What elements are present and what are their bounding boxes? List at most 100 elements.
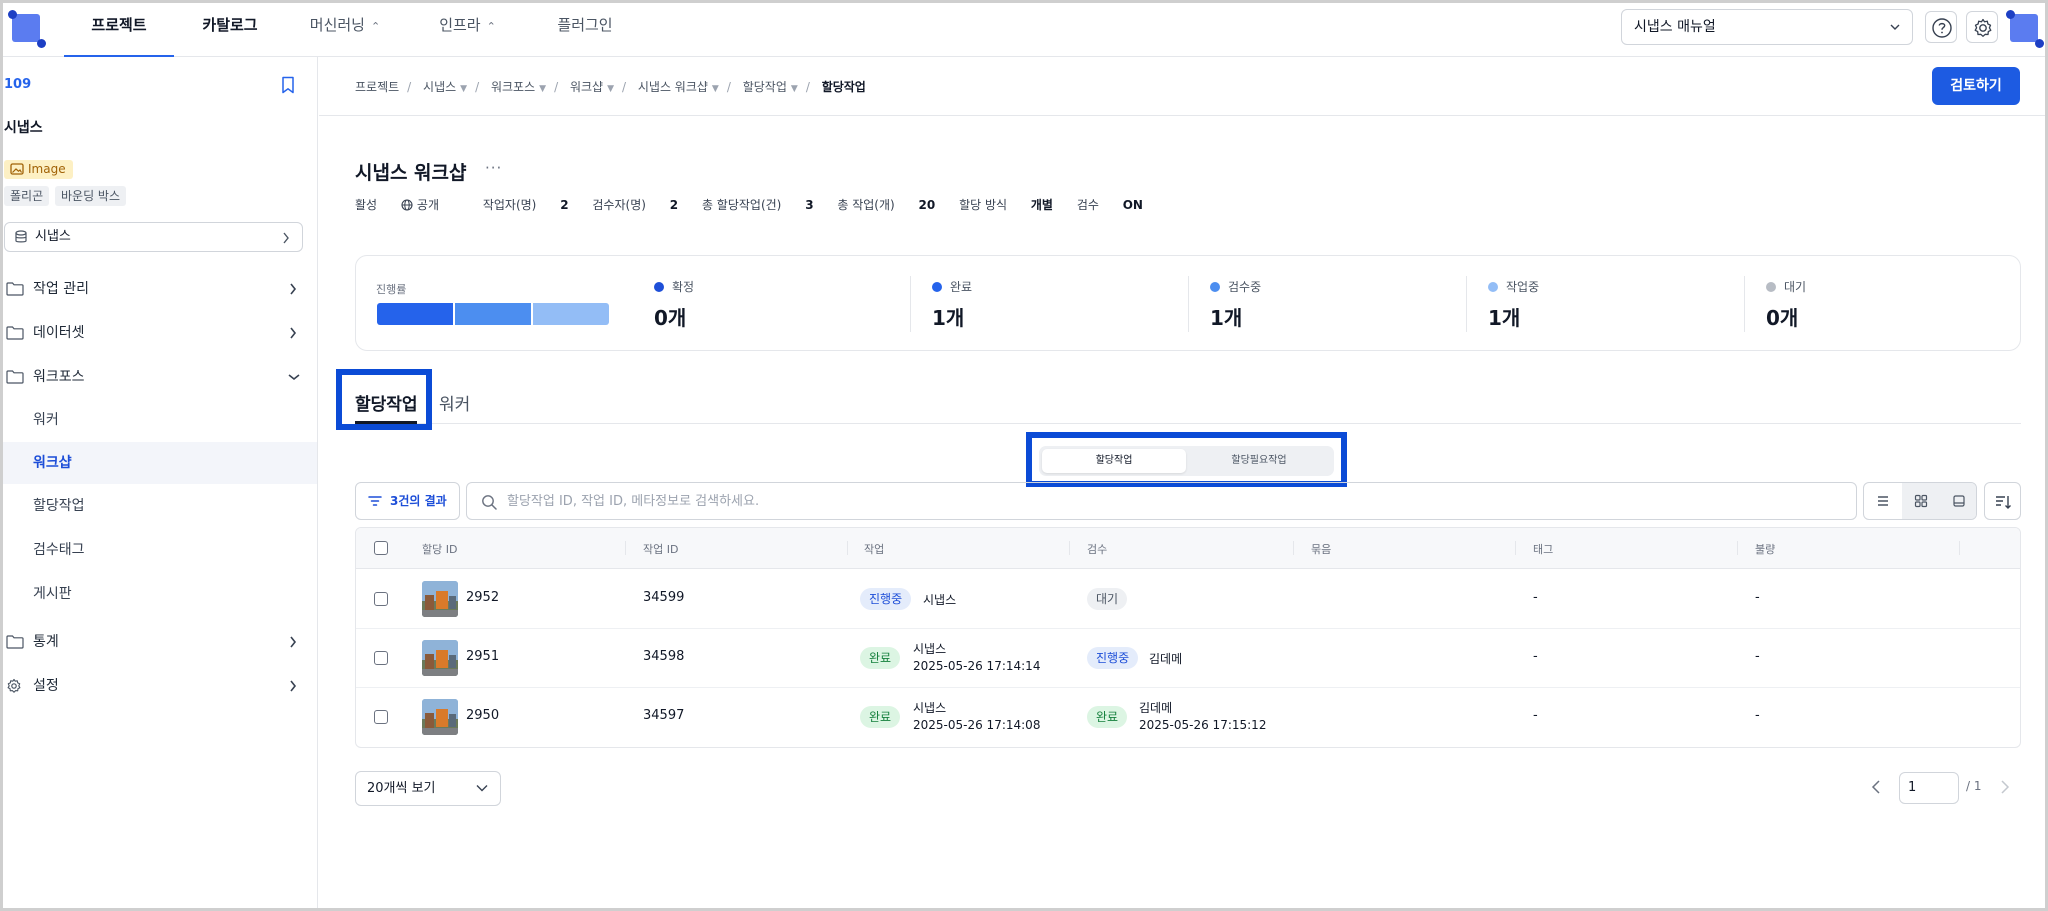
tag-value: - (1533, 708, 1538, 723)
filter-button[interactable]: 3건의 결과 (355, 482, 460, 520)
chevron-left-icon[interactable] (1871, 779, 1881, 795)
bookmark-icon[interactable] (280, 76, 296, 94)
nav-machine-learning[interactable]: 머신러닝 ⌃ (300, 0, 390, 57)
defect-value: - (1755, 649, 1760, 664)
column-header[interactable]: 작업 ID (643, 541, 678, 557)
status-badge: 완료 (1087, 706, 1128, 728)
sidebar-item-workforce[interactable]: 워크포스 (0, 357, 317, 397)
tag-value: - (1533, 649, 1538, 664)
status-dot (1488, 282, 1498, 292)
annotation-tag: 폴리곤 (4, 186, 50, 206)
tab-workers[interactable]: 워커 (439, 390, 470, 415)
tasks-count: 총 작업(개) 20 (837, 198, 936, 212)
folder-icon (6, 282, 24, 296)
breadcrumb: 프로젝트 / 시냅스 ▼ / 워크포스 ▼ / 워크샵 ▼ / 시냅스 워크샵 ▼ / 할당작업 ▼… (355, 78, 866, 95)
nav-catalog[interactable]: 카탈로그 (190, 0, 270, 57)
status-badge: 완료 (860, 706, 901, 728)
task-thumbnail[interactable] (422, 581, 458, 617)
breadcrumb-item[interactable]: 워크포스 ▼ (491, 78, 546, 95)
sidebar-item-task-management[interactable]: 작업 관리 (0, 269, 317, 309)
grid-view-button[interactable] (1902, 483, 1940, 519)
nav-plugins[interactable]: 플러그인 (550, 0, 620, 57)
chevron-right-icon (290, 636, 297, 648)
manual-select[interactable]: 시냅스 매뉴얼 (1621, 9, 1913, 45)
question-icon (1932, 18, 1952, 38)
task-thumbnail[interactable] (422, 640, 458, 676)
search-box (466, 482, 1857, 520)
progress-segment-done (377, 303, 453, 325)
assign-id: 2952 (466, 590, 500, 605)
manual-select-label: 시냅스 매뉴얼 (1634, 19, 1716, 35)
sort-button[interactable] (1984, 482, 2021, 520)
column-header[interactable]: 작업 (864, 541, 884, 557)
sidebar-item-worker[interactable]: 워커 (0, 399, 317, 441)
dataset-select[interactable]: 시냅스 (4, 222, 303, 252)
nav-projects[interactable]: 프로젝트 (64, 0, 174, 57)
task-id: 34598 (643, 649, 685, 664)
status-badge: 대기 (1087, 588, 1128, 610)
dataset-select-label: 시냅스 (35, 229, 71, 244)
column-header[interactable]: 할당 ID (422, 541, 457, 557)
top-navigation-bar: 프로젝트 카탈로그 머신러닝 ⌃ 인프라 ⌃ 플러그인 시냅스 매뉴얼 (0, 0, 2048, 57)
review-button[interactable]: 검토하기 (1932, 67, 2020, 105)
column-header[interactable]: 검수 (1087, 541, 1107, 557)
review-setting: 검수 ON (1076, 198, 1143, 212)
chevron-right-icon[interactable] (2000, 779, 2010, 795)
column-header[interactable]: 묶음 (1311, 541, 1331, 557)
select-all-checkbox[interactable] (374, 541, 388, 555)
column-header[interactable]: 불량 (1755, 541, 1775, 557)
tag-value: - (1533, 590, 1538, 605)
row-checkbox[interactable] (374, 710, 388, 724)
help-button[interactable] (1925, 11, 1957, 43)
column-header[interactable]: 태그 (1533, 541, 1553, 557)
breadcrumb-item[interactable]: 시냅스 ▼ (423, 78, 467, 95)
sidebar-item-statistics[interactable]: 통계 (0, 622, 317, 662)
filter-icon (368, 496, 382, 506)
row-checkbox[interactable] (374, 651, 388, 665)
gallery-view-button[interactable] (1940, 483, 1976, 519)
sidebar-item-workshop[interactable]: 워크샵 (0, 442, 317, 484)
breadcrumb-item[interactable]: 워크샵 ▼ (570, 78, 614, 95)
status-badge: 진행중 (860, 588, 912, 610)
breadcrumb-bar: 프로젝트 / 시냅스 ▼ / 워크포스 ▼ / 워크샵 ▼ / 시냅스 워크샵 ▼ / 할당작업 ▼… (319, 57, 2048, 116)
status-badge: 완료 (860, 647, 901, 669)
sidebar-item-dataset[interactable]: 데이터셋 (0, 313, 317, 353)
breadcrumb-item[interactable]: 프로젝트 (355, 78, 399, 95)
search-input[interactable] (507, 491, 1807, 511)
user-avatar[interactable] (2004, 8, 2044, 48)
settings-button[interactable] (1966, 11, 1998, 43)
more-options-button[interactable]: ··· (485, 159, 502, 177)
sidebar: 109 시냅스 Image 폴리곤 바운딩 박스 시냅스 작업 관리 데이터셋 … (0, 57, 318, 911)
page-size-select[interactable]: 20개씩 보기 (355, 771, 501, 806)
folder-icon (6, 370, 24, 384)
project-name: 시냅스 (4, 120, 43, 136)
sidebar-item-settings[interactable]: 설정 (0, 666, 317, 706)
folder-icon (6, 635, 24, 649)
stat-confirmed: 확정 0개 (654, 280, 695, 330)
chevron-right-icon (283, 232, 289, 244)
progress-card: 진행률 확정 0개 완료 1개 검수중 1개 작업중 1개 대기 0개 (355, 255, 2021, 351)
table-row[interactable]: 2951 34598 완료 시냅스 2025-05-26 17:14:14 진행… (356, 629, 2020, 688)
list-view-button[interactable] (1864, 483, 1902, 519)
breadcrumb-current: 할당작업 (821, 80, 866, 94)
breadcrumb-item[interactable]: 시냅스 워크샵 ▼ (638, 78, 719, 95)
page-number-input[interactable]: 1 (1899, 772, 1959, 804)
app-logo[interactable] (6, 8, 46, 48)
workers-count: 작업자(명) 2 (482, 198, 569, 212)
task-thumbnail[interactable] (422, 699, 458, 735)
table-row[interactable]: 2950 34597 완료 시냅스 2025-05-26 17:14:08 완료… (356, 688, 2020, 747)
assignments-count: 총 할당작업(건) 3 (701, 198, 814, 212)
table-row[interactable]: 2952 34599 진행중 시냅스 대기 - - (356, 570, 2020, 629)
reviewer-name: 김데메 (1149, 652, 1183, 666)
chevron-down-icon (1890, 24, 1900, 30)
table-header: 할당 ID 작업 ID 작업 검수 묶음 태그 불량 (356, 528, 2020, 569)
progress-segment-working (533, 303, 609, 325)
sidebar-item-board[interactable]: 게시판 (0, 573, 317, 615)
row-checkbox[interactable] (374, 592, 388, 606)
chevron-right-icon (290, 327, 297, 339)
nav-infra[interactable]: 인프라 ⌃ (430, 0, 505, 57)
chevron-down-icon (476, 785, 488, 792)
breadcrumb-item[interactable]: 할당작업 ▼ (743, 78, 798, 95)
sidebar-item-review-tags[interactable]: 검수태그 (0, 529, 317, 571)
sidebar-item-assignments[interactable]: 할당작업 (0, 485, 317, 527)
